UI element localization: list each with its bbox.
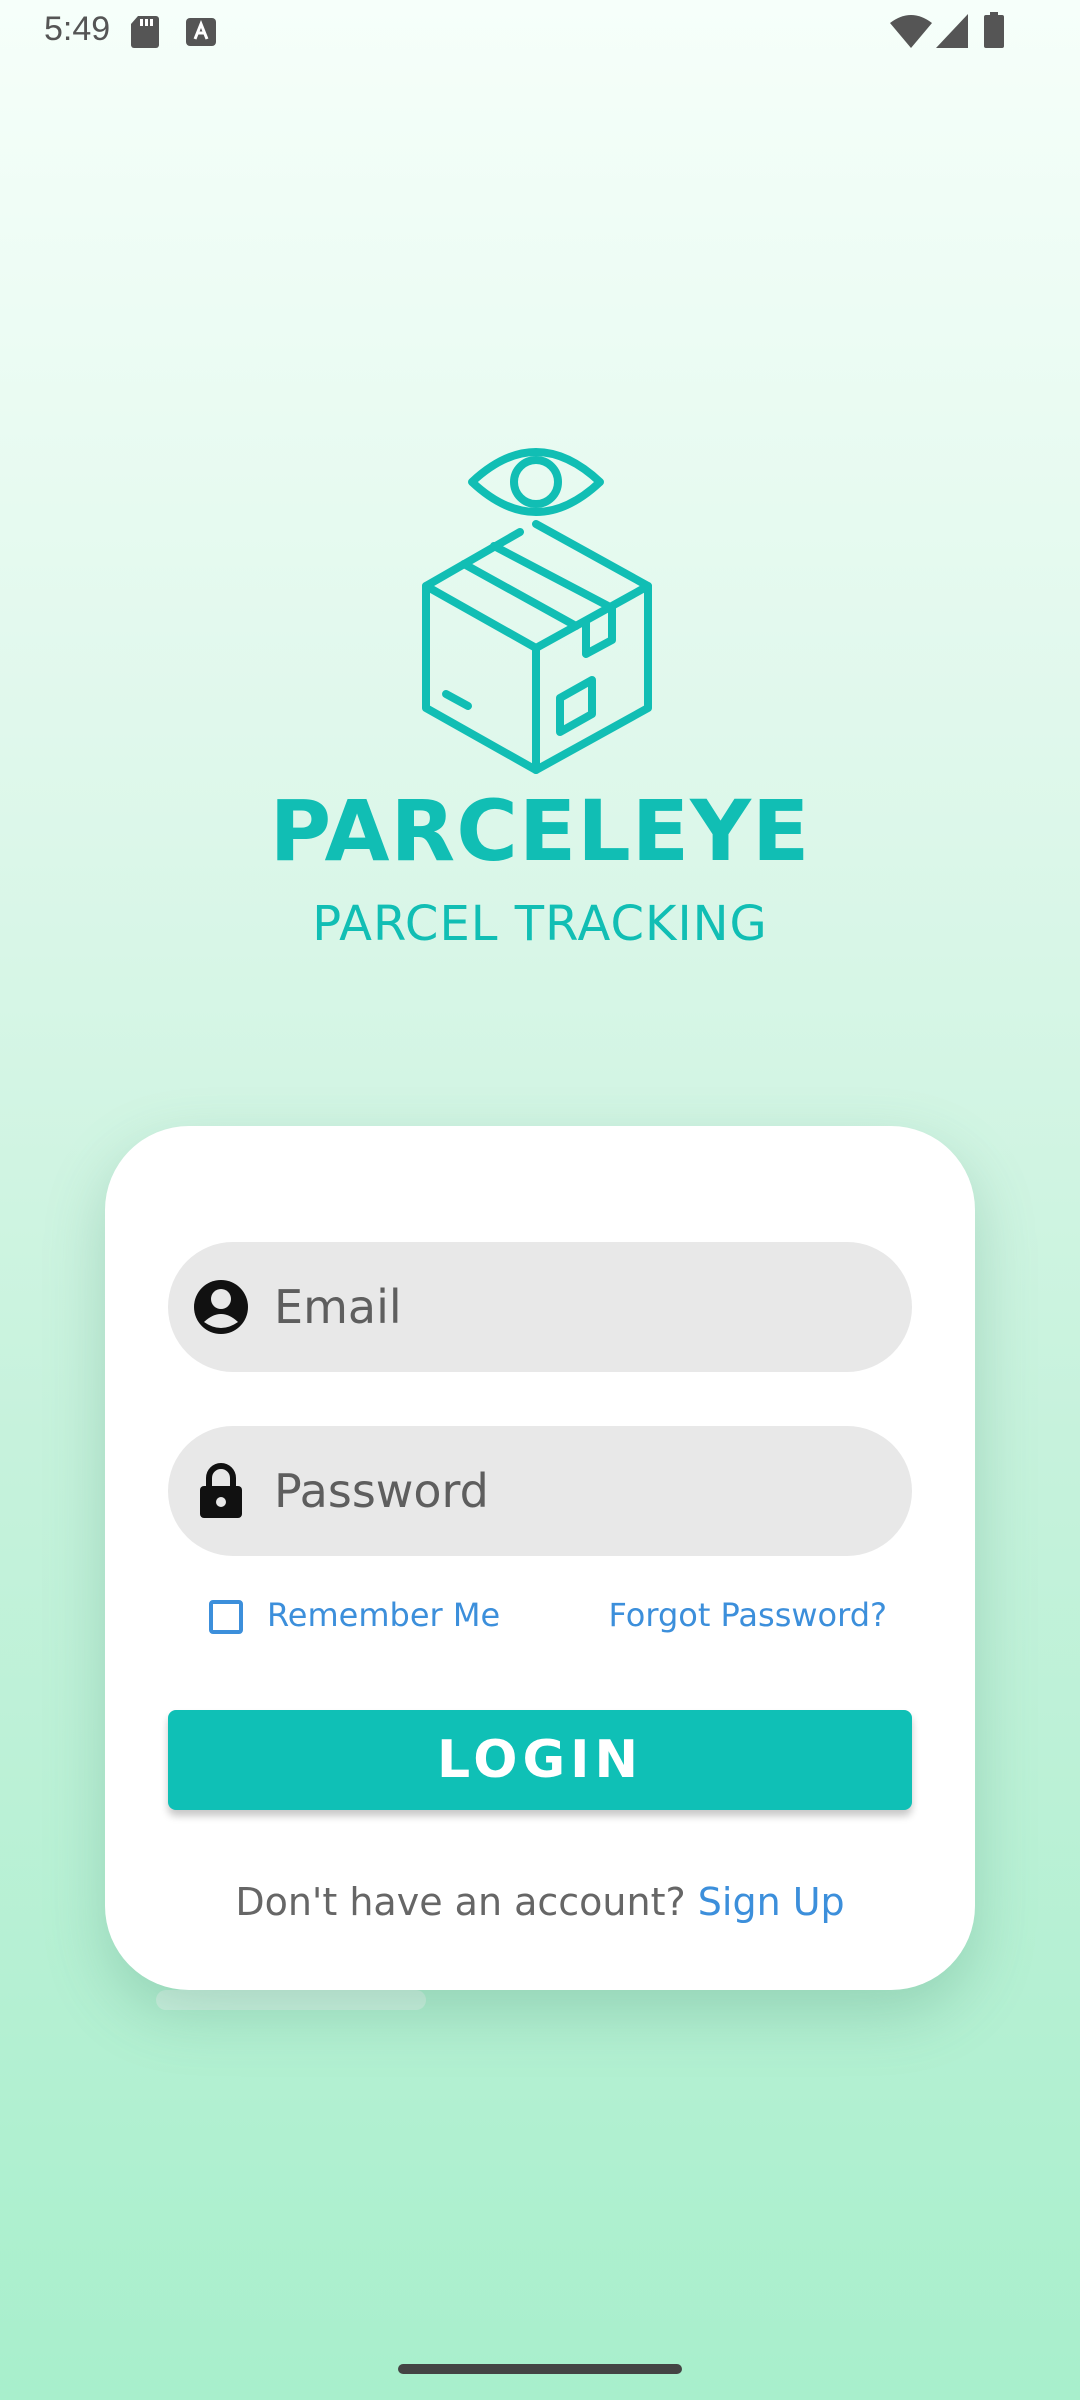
remember-me-label[interactable]: Remember Me bbox=[267, 1596, 500, 1634]
battery-icon bbox=[984, 12, 1004, 48]
login-button[interactable]: LOGIN bbox=[168, 1710, 912, 1810]
password-field[interactable] bbox=[168, 1426, 912, 1556]
email-field[interactable] bbox=[168, 1242, 912, 1372]
status-bar: 5:49 bbox=[0, 0, 1080, 64]
lock-icon bbox=[200, 1463, 242, 1518]
forgot-password-link[interactable]: Forgot Password? bbox=[609, 1596, 888, 1634]
signup-row: Don't have an account? Sign Up bbox=[105, 1880, 975, 1924]
login-card: Remember Me Forgot Password? LOGIN Don't… bbox=[105, 1126, 975, 1990]
signal-icon bbox=[936, 14, 968, 48]
email-input[interactable] bbox=[274, 1242, 874, 1372]
status-time: 5:49 bbox=[44, 10, 111, 48]
parceleye-logo-icon bbox=[422, 448, 652, 774]
sd-card-icon bbox=[131, 16, 159, 48]
signup-prompt: Don't have an account? bbox=[235, 1880, 686, 1924]
home-indicator[interactable] bbox=[398, 2364, 682, 2374]
brand-subtitle: PARCEL TRACKING bbox=[312, 896, 768, 952]
account-circle-icon bbox=[194, 1280, 248, 1334]
wifi-icon bbox=[890, 15, 932, 48]
signup-link[interactable]: Sign Up bbox=[698, 1880, 845, 1924]
brand-title: PARCELEYE bbox=[269, 782, 811, 880]
remember-me-checkbox[interactable] bbox=[209, 1600, 243, 1634]
keyboard-a-icon bbox=[186, 18, 216, 46]
card-reflection bbox=[156, 1990, 426, 2010]
password-input[interactable] bbox=[274, 1426, 874, 1556]
